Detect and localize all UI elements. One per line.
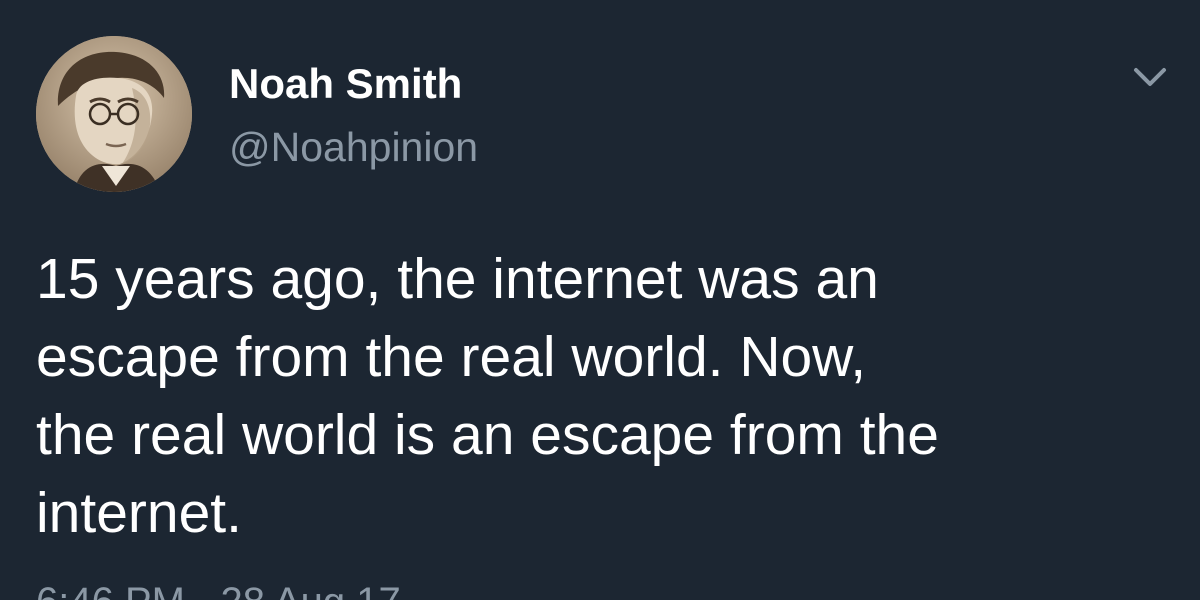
author-display-name[interactable]: Noah Smith (229, 60, 462, 108)
chevron-down-icon[interactable] (1130, 62, 1170, 92)
avatar-photo (36, 36, 192, 192)
author-avatar[interactable] (36, 36, 192, 192)
tweet-card: Noah Smith @Noahpinion 15 years ago, the… (0, 0, 1200, 600)
tweet-timestamp[interactable]: 6:46 PM · 28 Aug 17 (36, 580, 401, 600)
author-handle[interactable]: @Noahpinion (229, 124, 478, 171)
tweet-text: 15 years ago, the internet was an escape… (36, 247, 939, 545)
